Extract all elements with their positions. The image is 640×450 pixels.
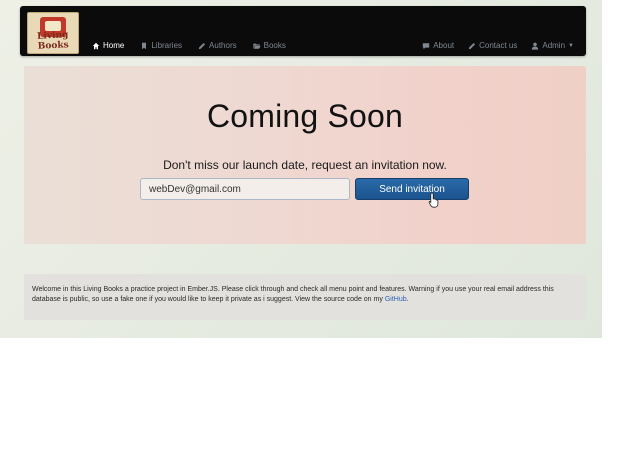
home-icon: [92, 42, 100, 50]
nav-label-admin: Admin: [542, 41, 566, 50]
screen: Living Books Home Libraries Authors Book…: [0, 0, 602, 338]
email-input[interactable]: [140, 178, 350, 200]
user-icon: [531, 42, 539, 50]
pencil-icon: [198, 42, 206, 50]
caret-down-icon: ▼: [568, 42, 574, 49]
nav-label-home: Home: [103, 41, 125, 50]
nav-item-about[interactable]: About: [422, 41, 454, 50]
nav-label-authors: Authors: [209, 41, 237, 50]
send-invitation-button[interactable]: Send invitation: [355, 178, 469, 200]
nav-item-libraries[interactable]: Libraries: [140, 41, 182, 50]
info-text: Welcome in this Living Books a practice …: [32, 285, 572, 305]
nav-label-libraries: Libraries: [151, 41, 183, 50]
bookmark-icon: [140, 42, 148, 50]
nav-right: About Contact us Admin ▼: [422, 41, 574, 50]
folder-open-icon: [253, 42, 261, 50]
hero-jumbotron: Coming Soon Don't miss our launch date, …: [24, 66, 586, 244]
nav-item-home[interactable]: Home: [92, 41, 124, 50]
navbar: Living Books Home Libraries Authors Book…: [20, 6, 586, 56]
github-link[interactable]: GitHub: [385, 296, 407, 303]
comment-icon: [422, 42, 430, 50]
nav-left: Home Libraries Authors Books: [92, 41, 286, 50]
hand-cursor-icon: [428, 192, 439, 208]
nav-item-contact[interactable]: Contact us: [468, 41, 517, 50]
info-message: Welcome in this Living Books a practice …: [32, 286, 554, 303]
pencil-icon: [468, 42, 476, 50]
info-end: .: [406, 296, 409, 303]
nav-label-about: About: [433, 41, 455, 50]
nav-label-books: Books: [263, 41, 286, 50]
nav-item-authors[interactable]: Authors: [198, 41, 237, 50]
info-footer: Welcome in this Living Books a practice …: [24, 274, 586, 320]
page-title: Coming Soon: [206, 98, 404, 134]
nav-label-contact: Contact us: [479, 41, 518, 50]
nav-item-admin-dropdown[interactable]: Admin ▼: [531, 41, 574, 50]
logo-text: Living Books: [36, 30, 69, 52]
hero-subtitle: Don't miss our launch date, request an i…: [163, 158, 447, 172]
nav-item-books[interactable]: Books: [253, 41, 286, 50]
brand-logo[interactable]: Living Books: [27, 12, 79, 54]
